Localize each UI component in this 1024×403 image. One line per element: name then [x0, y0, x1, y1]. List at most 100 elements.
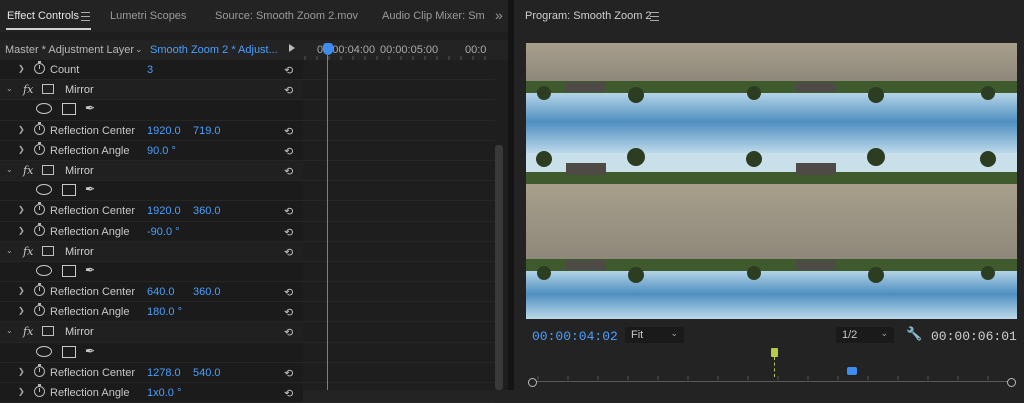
chevron-right-icon[interactable]: ❯ [18, 367, 25, 376]
vertical-scrollbar[interactable] [495, 145, 503, 390]
stopwatch-icon[interactable] [34, 141, 45, 155]
zoom-scroll-end-handle[interactable] [1007, 378, 1016, 387]
pen-mask-icon[interactable]: ✒ [85, 263, 95, 277]
reset-parameter-icon[interactable]: ⟲ [284, 64, 293, 77]
property-value[interactable]: 3 [147, 64, 153, 76]
property-value[interactable]: 640.0 [147, 286, 175, 298]
property-value-2[interactable]: 719.0 [193, 125, 221, 137]
property-value[interactable]: -90.0 ° [147, 226, 180, 238]
keyframe-track-row[interactable] [303, 383, 495, 403]
in-point-marker[interactable] [771, 348, 778, 357]
rectangle-mask-icon[interactable] [62, 264, 76, 277]
pen-mask-icon[interactable]: ✒ [85, 101, 95, 115]
ellipse-mask-icon[interactable] [36, 184, 52, 196]
fx-toggle-icon[interactable]: fx [23, 164, 33, 177]
chevron-down-icon[interactable]: ⌄ [6, 165, 13, 174]
ellipse-mask-icon[interactable] [36, 264, 52, 276]
rectangle-mask-icon[interactable] [62, 345, 76, 358]
property-value[interactable]: 1920.0 [147, 205, 181, 217]
panel-menu-icon[interactable] [81, 12, 90, 21]
keyframe-track-row[interactable] [303, 161, 495, 182]
keyframe-track-row[interactable] [303, 322, 495, 343]
tab-audio-clip-mixer[interactable]: Audio Clip Mixer: Sm [382, 10, 485, 22]
reset-parameter-icon[interactable]: ⟲ [284, 367, 293, 380]
playback-resolution-select[interactable]: 1/2 ⌄ [836, 327, 894, 343]
property-value-2[interactable]: 360.0 [193, 205, 221, 217]
chevron-right-icon[interactable]: ❯ [18, 205, 25, 214]
keyframe-track-row[interactable] [303, 181, 495, 202]
keyframe-track-row[interactable] [303, 60, 495, 81]
keyframe-track-row[interactable] [303, 222, 495, 242]
keyframe-track-row[interactable] [303, 100, 495, 121]
property-value-2[interactable]: 540.0 [193, 367, 221, 379]
keyframe-track-row[interactable] [303, 201, 495, 222]
reset-effect-icon[interactable]: ⟲ [284, 326, 293, 339]
property-value[interactable]: 90.0 ° [147, 145, 176, 157]
master-clip-label[interactable]: Master * Adjustment Layer [5, 44, 134, 56]
stopwatch-icon[interactable] [34, 222, 45, 236]
tab-effect-controls[interactable]: Effect Controls [7, 10, 79, 22]
keyframe-track-row[interactable] [303, 242, 495, 262]
zoom-level-select[interactable]: Fit ⌄ [625, 327, 684, 343]
zoom-scroll-start-handle[interactable] [528, 378, 537, 387]
keyframe-track-row[interactable] [303, 343, 495, 363]
reset-parameter-icon[interactable]: ⟲ [284, 205, 293, 218]
stopwatch-icon[interactable] [34, 363, 45, 377]
tab-source[interactable]: Source: Smooth Zoom 2.mov [215, 10, 358, 22]
chevron-right-icon[interactable]: ❯ [18, 306, 25, 315]
mini-playhead[interactable] [847, 367, 857, 375]
reset-effect-icon[interactable]: ⟲ [284, 165, 293, 178]
stopwatch-icon[interactable] [34, 202, 45, 216]
chevron-down-icon[interactable]: ⌄ [6, 326, 13, 335]
chevron-down-icon[interactable]: ⌄ [6, 84, 13, 93]
reset-parameter-icon[interactable]: ⟲ [284, 387, 293, 400]
reset-parameter-icon[interactable]: ⟲ [284, 145, 293, 158]
property-value[interactable]: 1x0.0 ° [147, 387, 181, 399]
reset-parameter-icon[interactable]: ⟲ [284, 226, 293, 239]
chevron-right-icon[interactable]: ❯ [18, 226, 25, 235]
ellipse-mask-icon[interactable] [36, 345, 52, 357]
reset-effect-icon[interactable]: ⟲ [284, 84, 293, 97]
keyframe-track-row[interactable] [303, 302, 495, 323]
keyframe-track-row[interactable] [303, 363, 495, 383]
keyframe-track-row[interactable] [303, 80, 495, 101]
reset-parameter-icon[interactable]: ⟲ [284, 286, 293, 299]
reset-parameter-icon[interactable]: ⟲ [284, 125, 293, 138]
reset-effect-icon[interactable]: ⟲ [284, 246, 293, 259]
chevron-right-icon[interactable]: ❯ [18, 387, 25, 396]
program-monitor-title[interactable]: Program: Smooth Zoom 2 [525, 10, 652, 22]
mini-timeline-track[interactable] [528, 381, 1013, 382]
panel-menu-icon[interactable] [650, 12, 659, 21]
fx-toggle-icon[interactable]: fx [23, 325, 33, 338]
stopwatch-icon[interactable] [34, 384, 45, 397]
video-preview[interactable] [526, 43, 1017, 319]
play-only-clip-icon[interactable] [289, 44, 295, 52]
property-value[interactable]: 1278.0 [147, 367, 181, 379]
keyframe-track-row[interactable] [303, 282, 495, 303]
stopwatch-icon[interactable] [34, 121, 45, 135]
rectangle-mask-icon[interactable] [62, 103, 76, 116]
chevron-right-icon[interactable]: ❯ [18, 145, 25, 154]
property-value[interactable]: 1920.0 [147, 125, 181, 137]
stopwatch-icon[interactable] [34, 61, 45, 74]
clip-selector[interactable]: ⌄ Smooth Zoom 2 * Adjust... [131, 41, 303, 59]
chevron-right-icon[interactable]: ❯ [18, 286, 25, 295]
wrench-icon[interactable]: 🔧 [906, 326, 922, 342]
playhead-handle[interactable] [323, 43, 333, 55]
overflow-tabs-icon[interactable]: » [495, 7, 503, 23]
keyframe-track-row[interactable] [303, 121, 495, 141]
stopwatch-icon[interactable] [34, 283, 45, 297]
fx-toggle-icon[interactable]: fx [23, 83, 33, 96]
fx-toggle-icon[interactable]: fx [23, 245, 33, 258]
chevron-right-icon[interactable]: ❯ [18, 64, 25, 73]
keyframe-track-row[interactable] [303, 141, 495, 161]
pen-mask-icon[interactable]: ✒ [85, 344, 95, 358]
stopwatch-icon[interactable] [34, 303, 45, 317]
ellipse-mask-icon[interactable] [36, 103, 52, 115]
rectangle-mask-icon[interactable] [62, 184, 76, 197]
pen-mask-icon[interactable]: ✒ [85, 182, 95, 196]
property-value-2[interactable]: 360.0 [193, 286, 221, 298]
current-timecode[interactable]: 00:00:04:02 [532, 329, 618, 344]
chevron-down-icon[interactable]: ⌄ [6, 246, 13, 255]
reset-parameter-icon[interactable]: ⟲ [284, 306, 293, 319]
